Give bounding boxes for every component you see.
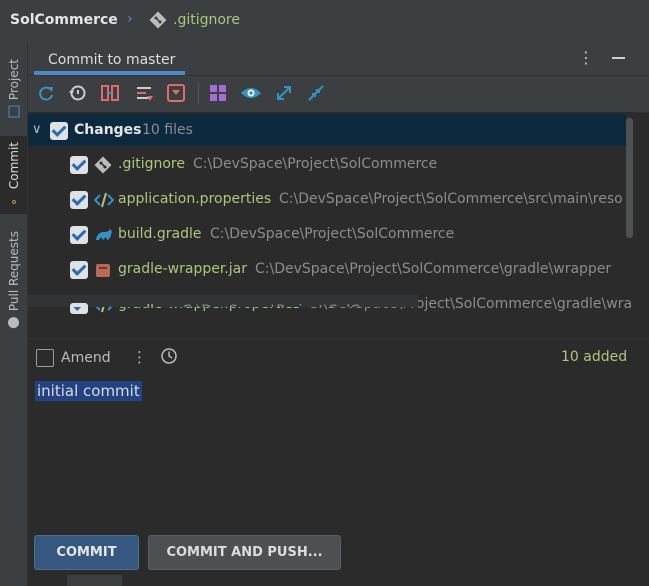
options-menu-button[interactable]: ⋮ [578,48,594,68]
file-name: build.gradle [118,226,202,242]
tool-tab-pull-requests-label: Pull Requests [6,231,21,312]
jar-icon [94,261,112,283]
show-icon[interactable] [240,83,261,103]
diff-icon[interactable] [100,83,120,103]
chevron-down-icon[interactable]: ∨ [32,122,42,137]
file-path: C:\DevSpace\Project\SolCommerce [193,156,438,172]
tool-tab-project[interactable]: Project [0,46,27,130]
history-icon[interactable] [160,347,178,365]
rollback-icon[interactable] [68,83,88,103]
github-icon [8,317,19,329]
collapse-all-icon[interactable] [306,83,326,103]
toolbar-separator [198,82,199,104]
file-name: gradlew [118,303,174,307]
project-icon [8,105,19,118]
file-checkbox[interactable] [70,261,88,279]
gradle-icon [94,303,114,307]
file-row[interactable]: application.properties C:\DevSpace\Projec… [28,183,635,218]
file-path: C:\DevSpace\Project\SolCommerce\src\main… [279,191,623,207]
file-path: C:\DevSpace\Project\SolCommerce\gradle\w… [255,261,612,277]
file-name: gradle-wrapper.jar [118,261,247,277]
horizontal-scrollbar[interactable] [67,575,122,586]
tool-window-strip: Project ⚬ Commit Pull Requests [0,42,28,586]
unshelve-icon[interactable] [166,83,186,103]
commit-and-push-button[interactable]: COMMIT AND PUSH... [148,535,341,570]
gitignore-icon [94,156,112,178]
changes-count: 10 files [142,122,193,138]
changes-group-row[interactable]: ∨ Changes 10 files [28,114,626,146]
tool-tab-project-label: Project [6,58,21,101]
changes-group-checkbox[interactable] [50,122,68,140]
code-icon [93,191,115,213]
file-row[interactable]: gradle-wrapper.jar C:\DevSpace\Project\So… [28,253,635,288]
breadcrumb-separator-icon: › [127,11,133,27]
tool-tab-pull-requests[interactable]: Pull Requests [0,224,27,336]
file-row[interactable]: build.gradle C:\DevSpace\Project\SolComme… [28,218,635,253]
commit-options-button[interactable]: ⋮ [132,348,147,366]
file-row[interactable]: .gitignore C:\DevSpace\Project\SolCommerc… [28,148,635,183]
commit-button[interactable]: COMMIT [34,535,139,570]
file-row[interactable]: gradlew C:\DevSpace\Project\SolCommerce [28,295,418,307]
group-by-icon[interactable] [208,83,228,103]
file-checkbox[interactable] [70,226,88,244]
file-checkbox[interactable] [70,191,88,209]
breadcrumb-project[interactable]: SolCommerce [10,12,118,28]
changes-label: Changes [74,122,142,138]
tool-tab-commit[interactable]: ⚬ Commit [0,136,27,214]
file-path: C:\DevSpace\Project\SolCommerce [182,303,418,307]
refresh-icon[interactable] [36,83,56,103]
file-checkbox[interactable] [70,303,88,307]
commit-icon: ⚬ [7,195,20,209]
file-name: .gitignore [118,156,185,172]
amend-checkbox[interactable] [36,349,54,367]
commit-toolbar [28,75,649,113]
expand-all-icon[interactable] [274,83,294,103]
amend-label[interactable]: Amend [61,350,111,366]
file-path: C:\DevSpace\Project\SolCommerce [210,226,455,242]
shelve-icon[interactable] [134,83,154,103]
file-checkbox[interactable] [70,156,88,174]
added-count: 10 added [561,349,628,365]
tab-commit-to-master[interactable]: Commit to master [48,52,175,68]
gitignore-icon [149,11,167,29]
tool-tab-commit-label: Commit [6,141,21,190]
breadcrumb-file[interactable]: .gitignore [173,12,240,28]
commit-message-text[interactable]: initial commit [35,381,142,401]
amend-bar [28,338,649,377]
minimize-button[interactable] [611,48,627,68]
file-name: application.properties [118,191,272,207]
gradle-icon [94,226,114,248]
